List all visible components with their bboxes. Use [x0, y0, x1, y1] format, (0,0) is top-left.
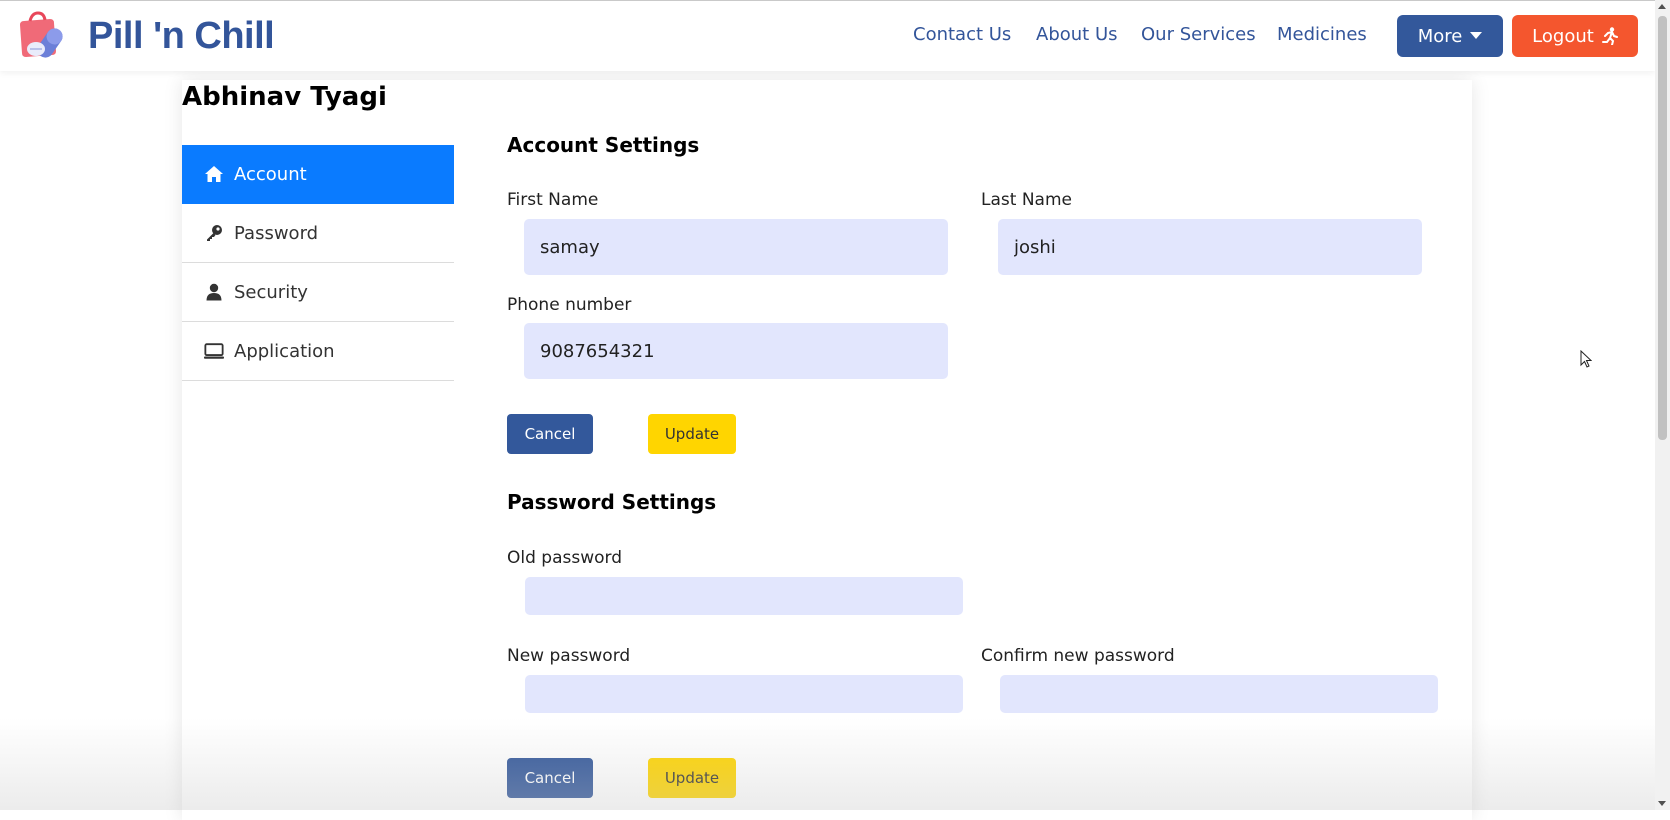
sidebar-item-account[interactable]: Account — [182, 145, 454, 204]
settings-sidebar: Account Password Security Application — [182, 145, 454, 381]
password-cancel-button[interactable]: Cancel — [507, 758, 593, 798]
pill-logo-icon[interactable] — [16, 11, 70, 61]
sidebar-item-application[interactable]: Application — [182, 322, 454, 381]
last-name-field[interactable] — [998, 219, 1422, 275]
key-icon — [204, 223, 224, 243]
nav-about-us[interactable]: About Us — [1036, 24, 1118, 45]
scroll-down-arrow-icon[interactable] — [1658, 801, 1666, 806]
sidebar-item-label: Account — [234, 163, 307, 185]
sidebar-item-label: Security — [234, 281, 308, 303]
account-settings-title: Account Settings — [507, 133, 700, 157]
running-person-icon — [1601, 27, 1618, 45]
new-password-label: New password — [507, 646, 631, 666]
old-password-field[interactable] — [525, 577, 963, 615]
page-scrollbar[interactable] — [1655, 0, 1670, 810]
more-label: More — [1417, 25, 1463, 47]
first-name-field[interactable] — [524, 219, 948, 275]
confirm-password-field[interactable] — [1000, 675, 1438, 713]
caret-down-icon — [1470, 32, 1483, 39]
confirm-password-label: Confirm new password — [981, 646, 1175, 666]
logout-label: Logout — [1532, 25, 1594, 47]
password-update-button[interactable]: Update — [648, 758, 736, 798]
user-name: Abhinav Tyagi — [182, 82, 387, 112]
phone-field[interactable] — [524, 323, 948, 379]
account-cancel-button[interactable]: Cancel — [507, 414, 593, 454]
nav-contact-us[interactable]: Contact Us — [913, 24, 1011, 45]
sidebar-item-security[interactable]: Security — [182, 263, 454, 322]
password-settings-title: Password Settings — [507, 490, 717, 514]
nav-medicines[interactable]: Medicines — [1277, 24, 1367, 45]
sidebar-item-label: Password — [234, 222, 319, 244]
last-name-label: Last Name — [981, 190, 1072, 210]
top-navbar: Pill 'n Chill Contact Us About Us Our Se… — [0, 0, 1655, 71]
logout-button[interactable]: Logout — [1512, 15, 1638, 57]
scroll-thumb[interactable] — [1658, 16, 1667, 440]
more-dropdown-button[interactable]: More — [1397, 15, 1503, 57]
mouse-cursor-icon — [1580, 350, 1592, 368]
user-icon — [204, 282, 224, 302]
new-password-field[interactable] — [525, 675, 963, 713]
scroll-up-arrow-icon[interactable] — [1658, 4, 1666, 9]
old-password-label: Old password — [507, 548, 623, 568]
first-name-label: First Name — [507, 190, 599, 210]
account-update-button[interactable]: Update — [648, 414, 736, 454]
nav-our-services[interactable]: Our Services — [1141, 24, 1256, 45]
sidebar-item-label: Application — [234, 340, 335, 362]
monitor-icon — [204, 341, 224, 361]
brand-name[interactable]: Pill 'n Chill — [88, 15, 275, 58]
home-icon — [204, 164, 224, 184]
sidebar-item-password[interactable]: Password — [182, 204, 454, 263]
phone-label: Phone number — [507, 295, 632, 315]
